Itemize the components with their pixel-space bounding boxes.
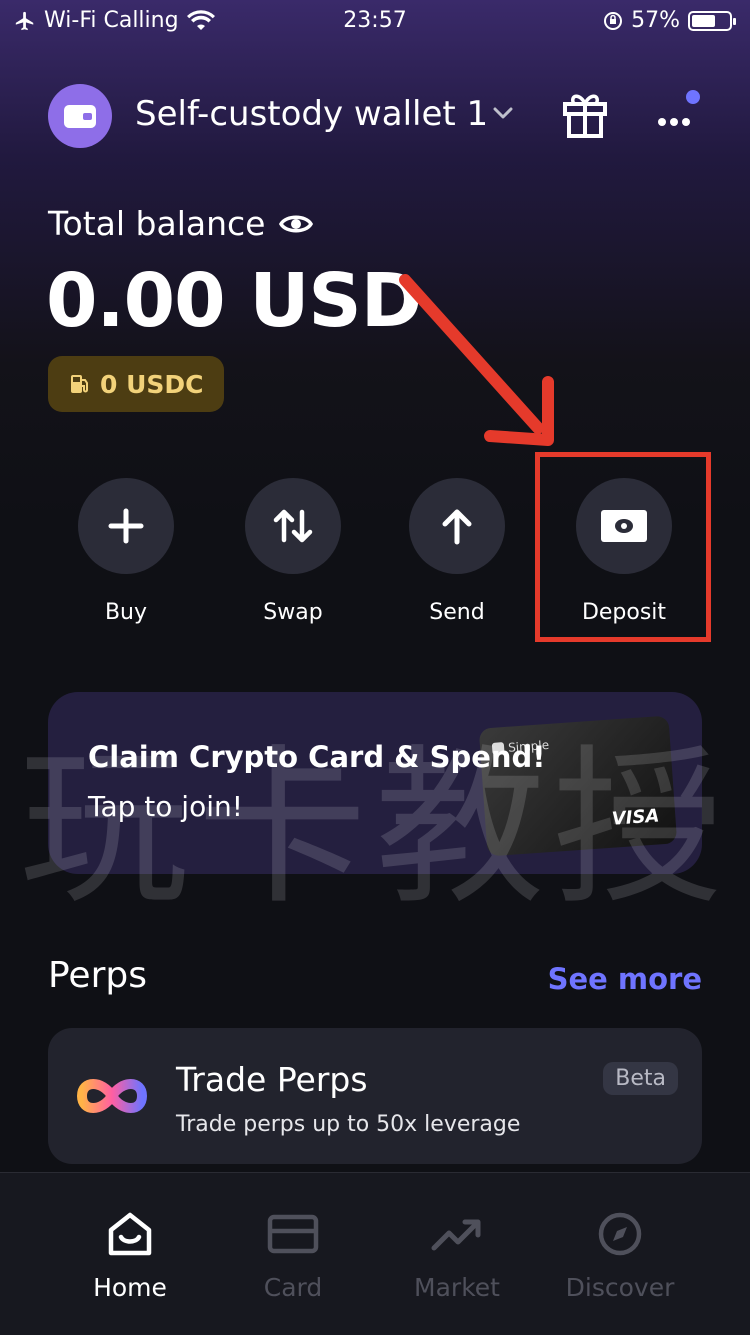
nav-market[interactable]: Market xyxy=(375,1209,539,1302)
visa-logo: VISA xyxy=(611,805,661,830)
nav-discover-label: Discover xyxy=(565,1273,675,1302)
annotation-highlight-box xyxy=(535,452,711,642)
notification-dot xyxy=(686,90,700,104)
send-button[interactable]: Send xyxy=(377,478,537,625)
battery-level xyxy=(692,14,715,27)
banner-subtitle: Tap to join! xyxy=(88,790,243,823)
total-balance-text: Total balance xyxy=(48,204,266,243)
wallet-icon xyxy=(64,105,96,128)
infinity-logo-icon xyxy=(76,1079,148,1113)
orientation-lock-icon xyxy=(604,11,623,30)
plus-icon xyxy=(108,508,144,544)
gas-pump-icon xyxy=(71,375,88,393)
nav-card-label: Card xyxy=(263,1273,323,1302)
balance-amount: 0.00 USD xyxy=(46,258,422,344)
swap-icon xyxy=(273,509,313,543)
buy-label: Buy xyxy=(104,600,148,625)
nav-discover-icon-wrap xyxy=(538,1209,702,1259)
swap-label: Swap xyxy=(263,600,323,625)
more-menu-button[interactable] xyxy=(652,90,700,136)
crypto-card-banner[interactable]: Simple VISA Claim Crypto Card & Spend! T… xyxy=(48,692,702,874)
swap-button[interactable]: Swap xyxy=(213,478,373,625)
nav-card[interactable]: Card xyxy=(211,1209,375,1302)
wallet-header: Self-custody wallet 1 xyxy=(48,84,702,148)
beta-badge: Beta xyxy=(603,1062,678,1095)
perps-card-description: Trade perps up to 50x leverage xyxy=(176,1112,521,1137)
trade-perps-card[interactable]: Trade Perps Trade perps up to 50x levera… xyxy=(48,1028,702,1164)
home-icon xyxy=(108,1212,152,1256)
card-icon xyxy=(267,1214,319,1254)
wallet-avatar[interactable] xyxy=(48,84,112,148)
nav-home-label: Home xyxy=(93,1273,167,1302)
perps-card-title: Trade Perps xyxy=(176,1060,368,1099)
nav-home[interactable]: Home xyxy=(48,1209,212,1302)
send-label: Send xyxy=(429,600,485,625)
crypto-card-image: Simple VISA xyxy=(478,715,678,857)
nav-home-icon-wrap xyxy=(48,1209,212,1259)
gas-balance-text: 0 USDC xyxy=(100,369,204,399)
send-circle[interactable] xyxy=(409,478,505,574)
nav-discover[interactable]: Discover xyxy=(538,1209,702,1302)
nav-market-icon-wrap xyxy=(375,1209,539,1259)
perps-section-title: Perps xyxy=(48,955,147,996)
battery-icon xyxy=(688,10,736,31)
gift-icon[interactable] xyxy=(562,90,608,140)
chevron-down-icon[interactable] xyxy=(490,100,516,126)
eye-icon[interactable] xyxy=(279,212,314,236)
banner-title: Claim Crypto Card & Spend! xyxy=(88,740,546,774)
total-balance-label: Total balance xyxy=(48,204,314,243)
buy-circle[interactable] xyxy=(78,478,174,574)
trending-icon xyxy=(431,1219,481,1251)
gas-balance-badge[interactable]: 0 USDC xyxy=(48,356,224,412)
status-bar: Wi-Fi Calling 23:57 57% xyxy=(0,0,750,42)
compass-icon xyxy=(598,1212,642,1256)
battery-percent: 57% xyxy=(631,8,680,33)
see-more-link[interactable]: See more xyxy=(548,962,702,996)
nav-card-icon-wrap xyxy=(211,1209,375,1259)
arrow-up-icon xyxy=(442,509,472,545)
wallet-name[interactable]: Self-custody wallet 1 xyxy=(135,94,488,134)
nav-market-label: Market xyxy=(414,1273,500,1302)
swap-circle[interactable] xyxy=(245,478,341,574)
buy-button[interactable]: Buy xyxy=(46,478,206,625)
bottom-nav: Home Card Market Discover xyxy=(0,1172,750,1335)
status-right: 57% xyxy=(603,8,736,33)
